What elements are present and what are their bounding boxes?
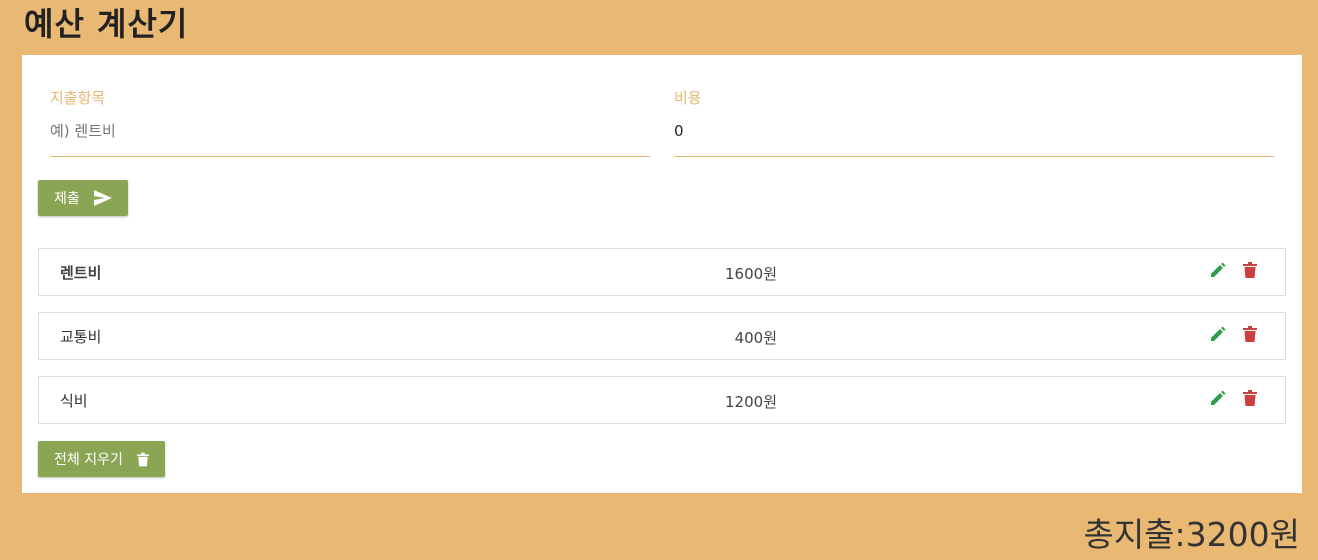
send-icon xyxy=(93,190,112,206)
submit-button-label: 제출 xyxy=(54,191,80,207)
pencil-icon[interactable] xyxy=(1210,390,1226,406)
total-expense: 총지출:3200원 xyxy=(1083,515,1300,554)
app-title: 예산 계산기 xyxy=(24,5,189,43)
clear-all-button[interactable]: 전체 지우기 xyxy=(38,441,165,477)
expense-item-name: 교통비 xyxy=(60,328,102,346)
expense-item-name: 식비 xyxy=(60,392,88,410)
expense-name-input[interactable] xyxy=(50,116,650,157)
trash-icon[interactable] xyxy=(1243,326,1257,342)
expense-cost-field: 비용 xyxy=(674,87,1274,157)
pencil-icon[interactable] xyxy=(1210,262,1226,278)
pencil-icon[interactable] xyxy=(1210,326,1226,342)
trash-icon[interactable] xyxy=(1243,262,1257,278)
expense-item-cost: 1200원 xyxy=(725,393,777,411)
expense-item-cost: 400원 xyxy=(734,329,777,347)
expense-item-name: 렌트비 xyxy=(60,264,102,282)
trash-icon[interactable] xyxy=(1243,390,1257,406)
expense-item: 렌트비 1600원 xyxy=(38,248,1286,296)
trash-icon xyxy=(136,452,149,466)
expense-cost-label: 비용 xyxy=(674,89,702,107)
expense-item-cost: 1600원 xyxy=(725,265,777,283)
expense-name-label: 지출항목 xyxy=(50,89,106,107)
expense-item: 교통비 400원 xyxy=(38,312,1286,360)
clear-all-button-label: 전체 지우기 xyxy=(54,452,123,468)
expense-name-field: 지출항목 xyxy=(50,87,650,157)
budget-card: 지출항목 비용 제출 렌트비 1600원 교통비 400원 xyxy=(22,55,1302,493)
expense-item: 식비 1200원 xyxy=(38,376,1286,424)
expense-cost-input[interactable] xyxy=(674,116,1274,157)
submit-button[interactable]: 제출 xyxy=(38,180,128,216)
